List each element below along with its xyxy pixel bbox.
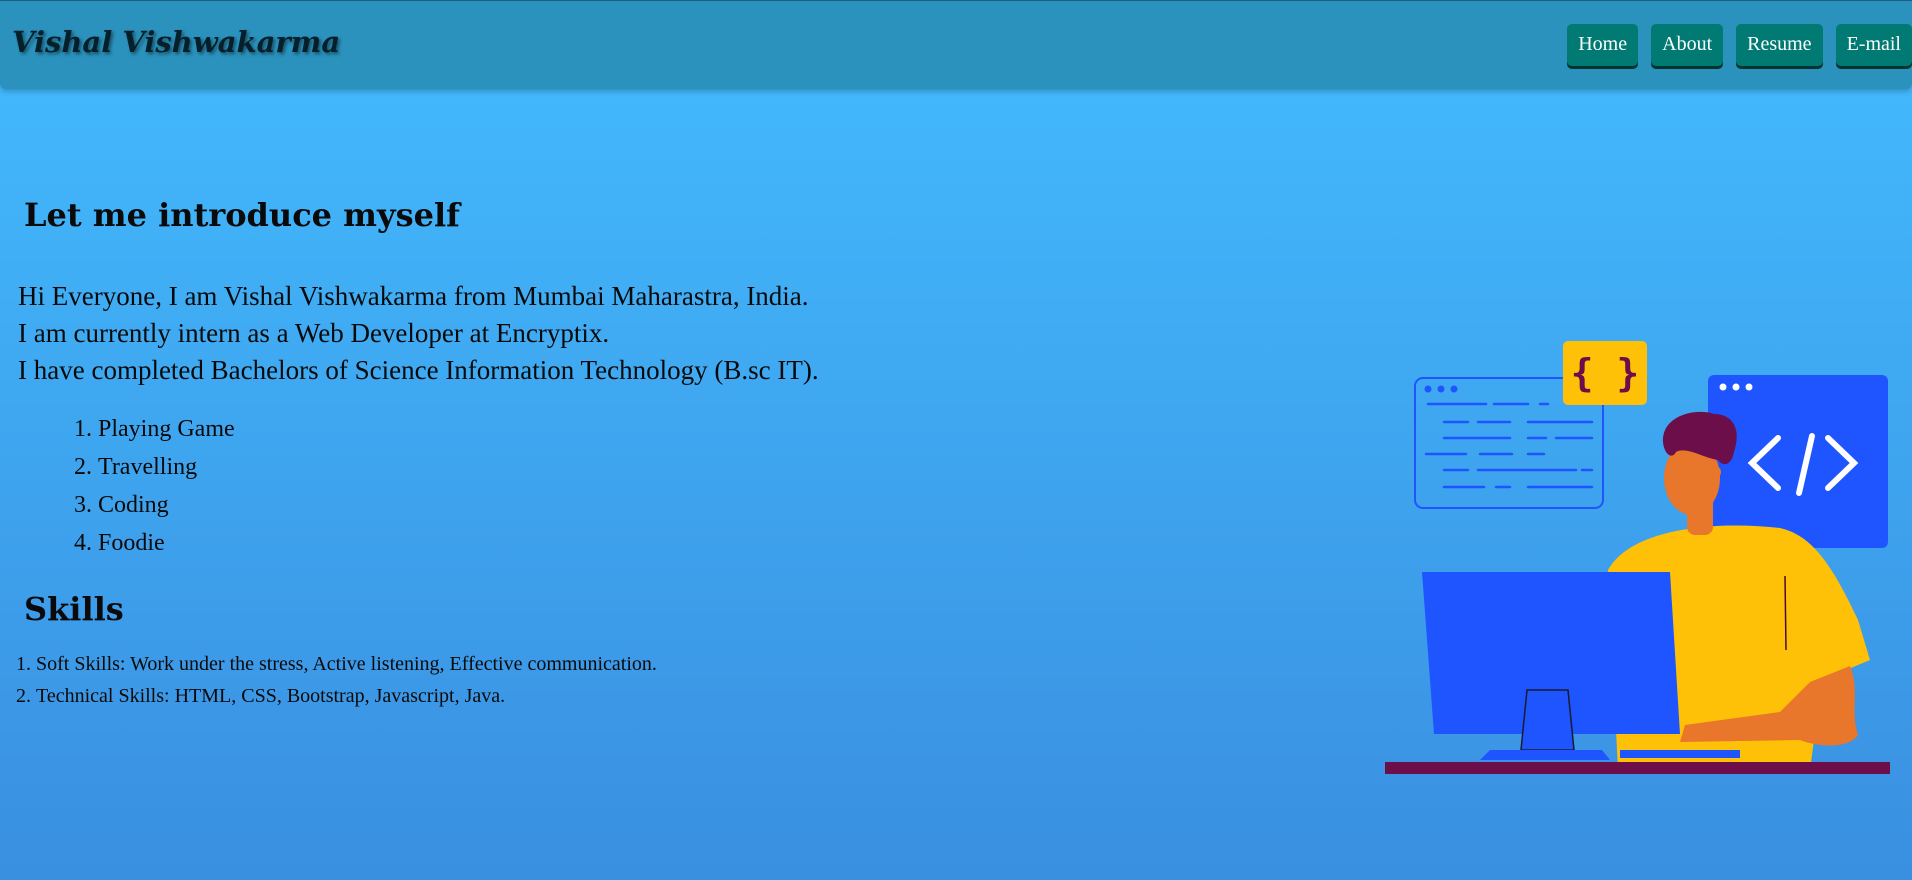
desk (1385, 762, 1890, 774)
skills-title: Skills (24, 590, 124, 628)
intro-line: I am currently intern as a Web Developer… (18, 318, 610, 348)
hobby-item: Coding (98, 486, 235, 524)
skill-item: Technical Skills: HTML, CSS, Bootstrap, … (36, 680, 657, 712)
nav-home-button[interactable]: Home (1567, 24, 1639, 66)
hobby-item: Playing Game (98, 410, 235, 448)
svg-text:{ }: { } (1571, 351, 1640, 395)
hobby-item: Foodie (98, 524, 235, 562)
nav-about-button[interactable]: About (1651, 24, 1724, 66)
nav-links: Home About Resume E-mail (1567, 24, 1912, 66)
skills-list: Soft Skills: Work under the stress, Acti… (0, 648, 657, 712)
skill-item: Soft Skills: Work under the stress, Acti… (36, 648, 657, 680)
hobby-item: Travelling (98, 448, 235, 486)
hobbies-list: Playing Game Travelling Coding Foodie (46, 410, 235, 562)
intro-line: Hi Everyone, I am Vishal Vishwakarma fro… (18, 281, 809, 311)
code-tag-window-icon (1708, 375, 1888, 548)
brand-name[interactable]: Vishal Vishwakarma (12, 25, 340, 59)
nav-resume-button[interactable]: Resume (1736, 24, 1823, 66)
intro-line: I have completed Bachelors of Science In… (18, 355, 819, 385)
nav-email-button[interactable]: E-mail (1835, 24, 1912, 66)
intro-title: Let me introduce myself (24, 196, 460, 234)
developer-illustration: { } (1385, 341, 1890, 774)
intro-text: Hi Everyone, I am Vishal Vishwakarma fro… (18, 278, 819, 389)
navbar: Vishal Vishwakarma Home About Resume E-m… (0, 0, 1912, 89)
braces-icon: { } (1563, 341, 1647, 405)
